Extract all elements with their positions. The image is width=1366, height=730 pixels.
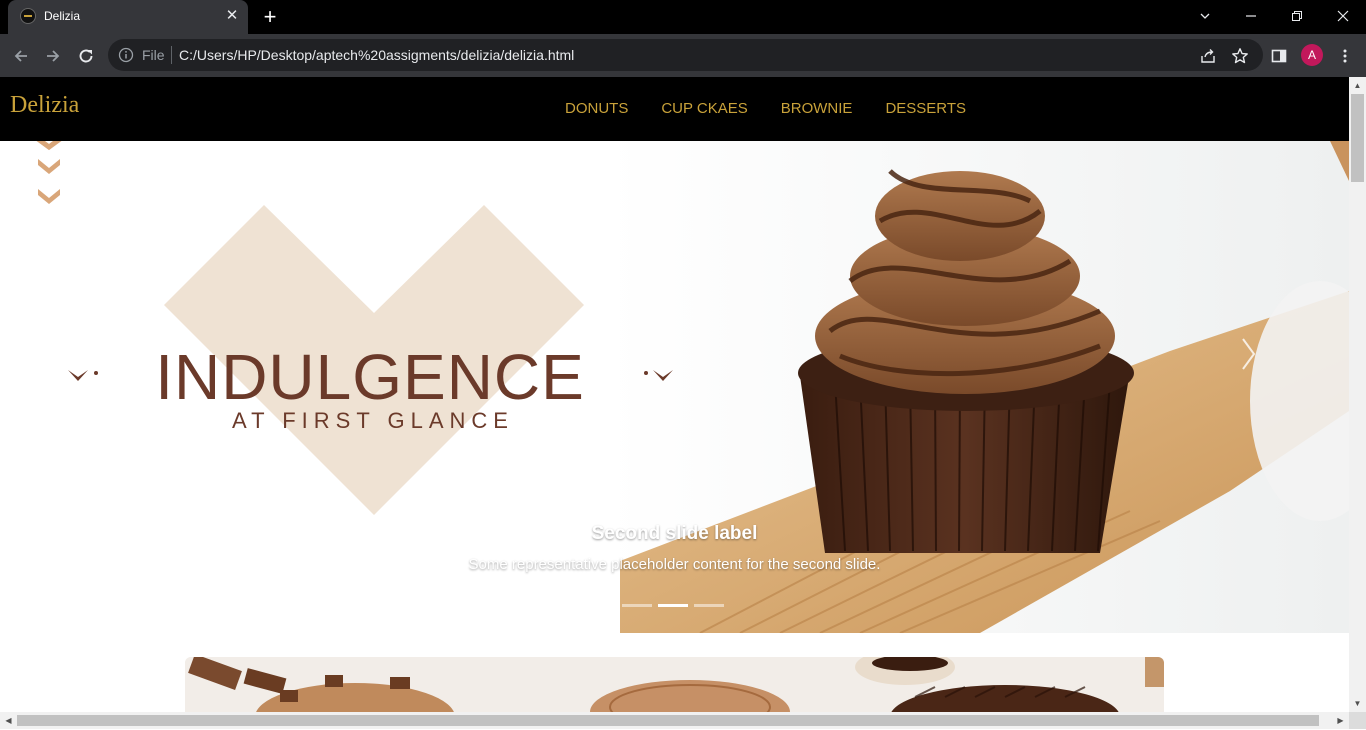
hero-subheadline: AT FIRST GLANCE bbox=[232, 408, 514, 433]
scroll-up-arrow-icon[interactable]: ▲ bbox=[1349, 77, 1366, 94]
scroll-right-arrow-icon[interactable]: ▶ bbox=[1332, 712, 1349, 729]
restore-icon[interactable] bbox=[1274, 0, 1320, 32]
profile-avatar[interactable]: A bbox=[1301, 44, 1323, 66]
star-icon[interactable] bbox=[1227, 43, 1253, 69]
info-icon[interactable] bbox=[118, 47, 134, 63]
scroll-left-arrow-icon[interactable]: ◀ bbox=[0, 712, 17, 729]
address-separator bbox=[171, 46, 172, 64]
address-scheme-label: File bbox=[142, 47, 165, 63]
page-viewport: Delizia DONUTS CUP CKAES BROWNIE DESSERT… bbox=[0, 77, 1349, 712]
browser-tab-strip: Delizia ✕ + bbox=[0, 0, 1366, 34]
site-brand-logo[interactable]: Delizia bbox=[10, 92, 79, 119]
browser-toolbar: File C:/Users/HP/Desktop/aptech%20assigm… bbox=[0, 34, 1366, 77]
kebab-menu-icon[interactable] bbox=[1332, 43, 1358, 69]
tab-search-chevron-icon[interactable] bbox=[1182, 0, 1228, 32]
carousel-caption-text: Some representative placeholder content … bbox=[468, 556, 881, 573]
featured-desserts-image bbox=[185, 657, 1164, 712]
featured-desserts-banner bbox=[185, 657, 1164, 712]
vertical-scrollbar-thumb[interactable] bbox=[1351, 94, 1364, 182]
hero-headline: INDULGENCE bbox=[155, 341, 585, 413]
side-panel-icon[interactable] bbox=[1266, 43, 1292, 69]
scroll-down-arrow-icon[interactable]: ▼ bbox=[1349, 695, 1366, 712]
close-icon[interactable]: ✕ bbox=[222, 6, 242, 26]
site-favicon-icon bbox=[20, 8, 36, 24]
tab-title: Delizia bbox=[44, 9, 81, 23]
nav-link-cupcakes[interactable]: CUP CKAES bbox=[661, 100, 747, 117]
nav-link-donuts[interactable]: DONUTS bbox=[565, 100, 628, 117]
carousel-indicators bbox=[622, 604, 724, 607]
carousel-next-button[interactable] bbox=[1232, 331, 1266, 371]
carousel-indicator-3[interactable] bbox=[694, 604, 724, 607]
carousel-indicator-2[interactable] bbox=[658, 604, 688, 607]
carousel-indicator-1[interactable] bbox=[622, 604, 652, 607]
vertical-scrollbar[interactable]: ▲ ▼ bbox=[1349, 77, 1366, 712]
carousel-caption-title: Second slide label bbox=[591, 523, 758, 544]
address-bar[interactable]: File C:/Users/HP/Desktop/aptech%20assigm… bbox=[108, 39, 1263, 71]
forward-arrow-icon[interactable] bbox=[40, 43, 66, 69]
site-navbar: Delizia DONUTS CUP CKAES BROWNIE DESSERT… bbox=[0, 77, 1349, 141]
horizontal-scrollbar-thumb[interactable] bbox=[17, 715, 1319, 726]
address-url[interactable]: C:/Users/HP/Desktop/aptech%20assigments/… bbox=[179, 47, 574, 63]
share-icon[interactable] bbox=[1195, 43, 1221, 69]
nav-link-desserts[interactable]: DESSERTS bbox=[885, 100, 966, 117]
hero-carousel: INDULGENCE AT FIRST GLANCE Second slide … bbox=[0, 141, 1349, 633]
reload-icon[interactable] bbox=[73, 43, 99, 69]
back-arrow-icon[interactable] bbox=[8, 43, 34, 69]
window-close-icon[interactable] bbox=[1320, 0, 1366, 32]
plus-icon[interactable]: + bbox=[258, 5, 282, 29]
minimize-icon[interactable] bbox=[1228, 0, 1274, 32]
horizontal-scrollbar[interactable]: ◀ ▶ bbox=[0, 712, 1349, 729]
browser-tab[interactable]: Delizia ✕ bbox=[8, 0, 248, 34]
scrollbar-corner bbox=[1349, 712, 1366, 729]
nav-link-brownie[interactable]: BROWNIE bbox=[781, 100, 853, 117]
site-nav-links: DONUTS CUP CKAES BROWNIE DESSERTS bbox=[565, 100, 966, 117]
